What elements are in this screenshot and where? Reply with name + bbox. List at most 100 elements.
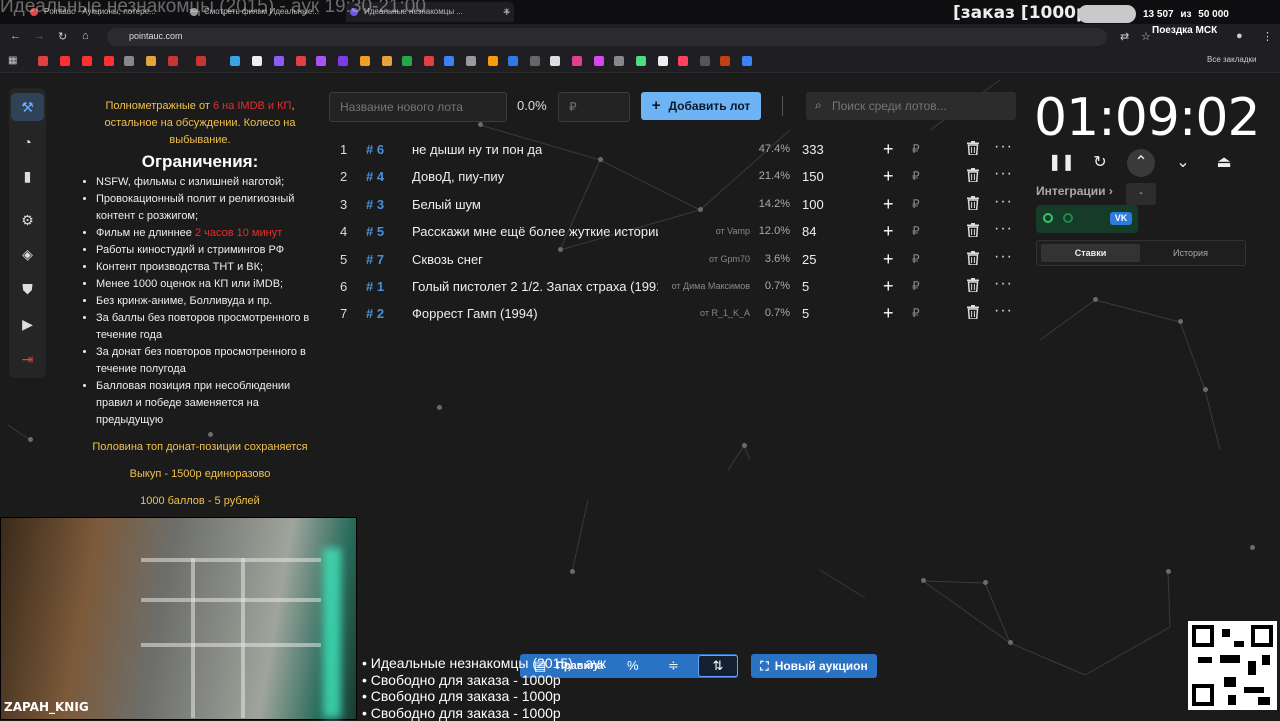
percent-icon[interactable]: % (627, 658, 639, 673)
tab-history[interactable]: История (1141, 244, 1240, 262)
trash-icon[interactable] (967, 168, 979, 182)
bookmark-icon[interactable] (360, 56, 370, 66)
lot-id[interactable]: # 7 (366, 252, 384, 267)
lot-id[interactable]: # 4 (366, 169, 384, 184)
trash-icon[interactable] (967, 251, 979, 265)
add-amount-icon[interactable]: + (883, 303, 894, 324)
stats-icon[interactable]: ▮ (11, 162, 44, 190)
more-options-icon[interactable]: ··· (994, 193, 1013, 211)
add-amount-icon[interactable]: + (883, 139, 894, 160)
align-icon[interactable]: ≑ (668, 658, 679, 674)
new-tab-button[interactable]: + (503, 2, 517, 22)
new-lot-name-field[interactable] (330, 93, 506, 121)
add-amount-icon[interactable]: + (883, 194, 894, 215)
add-amount-icon[interactable]: + (883, 166, 894, 187)
double-up-icon[interactable]: ⌃ (1127, 149, 1155, 177)
more-options-icon[interactable]: ··· (994, 220, 1013, 238)
lot-amount[interactable]: 5 (802, 306, 809, 321)
more-options-icon[interactable]: ··· (994, 138, 1013, 156)
bookmark-icon[interactable] (550, 56, 560, 66)
lot-amount[interactable]: 100 (802, 197, 824, 212)
sort-icon[interactable]: ⇅ (698, 655, 738, 677)
bookmark-icon[interactable] (296, 56, 306, 66)
new-lot-price-input[interactable] (558, 92, 630, 122)
eject-icon[interactable]: ⏏ (1213, 152, 1235, 174)
trash-icon[interactable] (967, 278, 979, 292)
chevron-down-icon[interactable]: ⌄ (1172, 152, 1194, 174)
add-amount-icon[interactable]: + (883, 276, 894, 297)
lot-amount[interactable]: 25 (802, 252, 816, 267)
bookmark-icon[interactable] (720, 56, 730, 66)
bookmark-icon[interactable] (466, 56, 476, 66)
settings-icon[interactable]: ⚙ (11, 206, 44, 234)
lot-name[interactable]: Сквозь снег (412, 252, 483, 267)
bookmark-icon[interactable] (572, 56, 582, 66)
add-amount-icon[interactable]: + (883, 221, 894, 242)
bookmark-icon[interactable] (636, 56, 646, 66)
trash-icon[interactable] (967, 141, 979, 155)
bookmark-icon[interactable] (508, 56, 518, 66)
integration-toggle-icon[interactable] (1043, 213, 1053, 223)
ruble-icon[interactable]: ₽ (912, 279, 920, 293)
bookmark-icon[interactable] (658, 56, 668, 66)
bookmark-icon[interactable] (230, 56, 240, 66)
integrations-toggle[interactable]: Интеграции › (1036, 184, 1113, 198)
layers-icon[interactable]: ◈ (11, 240, 44, 268)
bookmark-icon[interactable] (338, 56, 348, 66)
auction-hammer-icon[interactable]: ⚒ (11, 93, 44, 121)
bookmark-icon[interactable] (82, 56, 92, 66)
all-bookmarks-link[interactable]: Все закладки (1207, 55, 1256, 64)
ruble-icon[interactable]: ₽ (912, 252, 920, 266)
more-options-icon[interactable]: ··· (994, 302, 1013, 320)
bookmark-icon[interactable] (614, 56, 624, 66)
lot-id[interactable]: # 2 (366, 306, 384, 321)
more-options-icon[interactable]: ··· (994, 275, 1013, 293)
bookmark-icon[interactable] (678, 56, 688, 66)
lot-name[interactable]: ДовоД, пиу-пиу (412, 169, 504, 184)
bookmark-icon[interactable] (424, 56, 434, 66)
bookmark-icon[interactable] (104, 56, 114, 66)
trash-icon[interactable] (967, 223, 979, 237)
bookmark-icon[interactable] (402, 56, 412, 66)
address-bar[interactable]: pointauc.com (107, 28, 1107, 46)
bookmark-star-icon[interactable]: ☆ (1141, 30, 1151, 43)
translate-icon[interactable]: ⇄ (1120, 30, 1129, 43)
pause-icon[interactable]: ❚❚ (1048, 152, 1070, 174)
bookmark-icon[interactable] (594, 56, 604, 66)
lot-amount[interactable]: 150 (802, 169, 824, 184)
new-auction-button[interactable]: ⛶Новый аукцион (751, 654, 877, 678)
reload-icon[interactable]: ↻ (58, 30, 67, 43)
bookmark-icon[interactable] (488, 56, 498, 66)
lot-name[interactable]: не дыши ну ти пон да (412, 142, 542, 157)
lot-amount[interactable]: 333 (802, 142, 824, 157)
lot-name[interactable]: Белый шум (412, 197, 481, 212)
bookmark-icon[interactable] (252, 56, 262, 66)
video-icon[interactable]: ▶ (11, 310, 44, 338)
reset-icon[interactable]: ↻ (1089, 152, 1111, 174)
bookmark-icon[interactable] (316, 56, 326, 66)
trash-icon[interactable] (967, 196, 979, 210)
bookmark-icon[interactable] (274, 56, 284, 66)
back-icon[interactable]: ← (10, 30, 21, 42)
lot-search[interactable]: ⌕ (806, 92, 1016, 120)
vk-logo-icon[interactable]: VK (1110, 212, 1132, 225)
more-options-icon[interactable]: ··· (994, 248, 1013, 266)
home-icon[interactable]: ⌂ (82, 30, 89, 42)
lot-id[interactable]: # 1 (366, 279, 384, 294)
profile-icon[interactable]: ● (1236, 30, 1243, 42)
lot-amount[interactable]: 5 (802, 279, 809, 294)
bookmark-icon[interactable] (146, 56, 156, 66)
lot-id[interactable]: # 5 (366, 224, 384, 239)
add-amount-icon[interactable]: + (883, 249, 894, 270)
add-lot-button[interactable]: +Добавить лот (641, 92, 761, 120)
bookmark-icon[interactable] (168, 56, 178, 66)
integration-toggle-icon[interactable] (1063, 213, 1073, 223)
lot-name[interactable]: Голый пистолет 2 1/2. Запах страха (1991… (412, 279, 658, 294)
bookmark-icon[interactable] (700, 56, 710, 66)
lot-name[interactable]: Расскажи мне ещё более жуткие истории (2… (412, 224, 658, 239)
bookmark-icon[interactable] (38, 56, 48, 66)
browser-menu-icon[interactable]: ⋮ (1262, 30, 1273, 43)
bookmark-icon[interactable] (196, 56, 206, 66)
forward-icon[interactable]: → (34, 30, 45, 42)
bookmark-icon[interactable] (742, 56, 752, 66)
